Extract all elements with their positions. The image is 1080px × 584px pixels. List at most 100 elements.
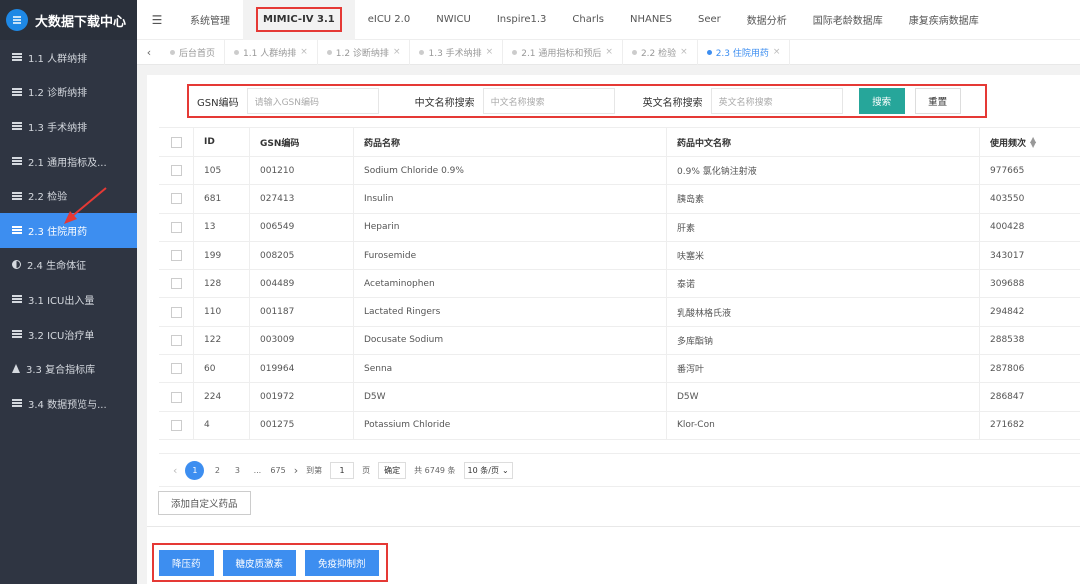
table-row[interactable]: 60 019964 Senna 番泻叶 287806	[159, 355, 1080, 384]
immunosuppressant-button[interactable]: 免疫抑制剂	[305, 549, 379, 576]
tab[interactable]: 1.1 人群纳排 ×	[225, 39, 318, 65]
sidebar-item[interactable]: 3.4 数据预览与...	[0, 386, 137, 421]
tab-dot-icon	[326, 49, 332, 55]
goto-confirm-button[interactable]: 确定	[378, 461, 407, 479]
sidebar-item[interactable]: 2.3 住院用药	[0, 212, 137, 248]
table-row[interactable]: 199 008205 Furosemide 呋塞米 343017	[159, 241, 1080, 271]
cell-id: 122	[194, 326, 250, 355]
page-number[interactable]: 675	[270, 466, 285, 475]
page-number[interactable]: 1	[185, 460, 205, 480]
table-row[interactable]: 681 027413 Insulin 胰岛素 403550	[159, 185, 1080, 214]
search-button[interactable]: 搜索	[858, 88, 905, 114]
table-row[interactable]: 105 001210 Sodium Chloride 0.9% 0.9% 氯化钠注射液…	[159, 157, 1080, 186]
tab[interactable]: 2.1 通用指标和预后 ×	[503, 39, 623, 65]
row-checkbox[interactable]	[171, 363, 182, 375]
close-icon[interactable]: ×	[773, 47, 781, 57]
gsn-input[interactable]: 请输入GSN编码	[246, 88, 379, 114]
sidebar-item[interactable]: 3.2 ICU治疗单	[0, 317, 137, 352]
nav-item[interactable]: eICU 2.0	[355, 0, 424, 40]
sidebar-item[interactable]: 3.1 ICU出入量	[0, 282, 137, 317]
divider	[147, 526, 1080, 527]
nav-item[interactable]: NHANES	[617, 0, 685, 40]
sidebar-item[interactable]: 1.2 诊断纳排	[0, 75, 137, 110]
tab[interactable]: 1.3 手术纳排 ×	[410, 39, 504, 65]
close-icon[interactable]: ×	[393, 47, 401, 57]
cell-drug-name: Senna	[354, 355, 667, 383]
sidebar-item[interactable]: 2.2 检验	[0, 178, 137, 213]
tab[interactable]: 1.2 诊断纳排 ×	[318, 39, 411, 65]
sidebar-item[interactable]: 1.1 人群纳排	[0, 40, 137, 75]
next-page-icon[interactable]: ›	[294, 464, 298, 477]
en-name-label: 英文名称搜索	[642, 97, 703, 109]
page-size-select[interactable]: 10 条/页 ⌄	[463, 461, 513, 479]
sidebar-item[interactable]: 2.4 生命体征	[0, 248, 137, 283]
prev-page-icon[interactable]: ‹	[173, 464, 177, 477]
app-logo[interactable]: 大数据下载中心	[0, 0, 137, 40]
tab[interactable]: 2.2 检验 ×	[623, 39, 698, 65]
page-number[interactable]: 2	[210, 466, 224, 475]
cell-id: 110	[194, 298, 250, 326]
nav-item[interactable]: 国际老龄数据库	[800, 0, 896, 40]
cell-drug-cn-name: 泰诺	[667, 270, 980, 298]
nav-item[interactable]: Inspire1.3	[484, 0, 560, 40]
close-icon[interactable]: ×	[605, 47, 613, 57]
tab-scroll-left-icon[interactable]: ‹	[137, 46, 161, 59]
page-number[interactable]: 3	[230, 466, 244, 475]
cell-frequency: 287806	[990, 363, 1025, 374]
cell-drug-name: Lactated Ringers	[354, 298, 667, 326]
row-checkbox[interactable]	[171, 221, 182, 233]
select-all-checkbox[interactable]	[171, 136, 182, 148]
sidebar-item[interactable]: 1.3 手术纳排	[0, 109, 137, 144]
nav-item[interactable]: Seer	[685, 0, 734, 40]
row-checkbox[interactable]	[171, 391, 182, 403]
row-checkbox[interactable]	[171, 165, 182, 177]
menu-toggle-icon[interactable]: ☰	[137, 13, 177, 27]
sort-icon[interactable]: ▲ ▼	[1030, 136, 1036, 149]
cell-gsn: 004489	[250, 270, 354, 298]
antihypertensive-button[interactable]: 降压药	[159, 549, 214, 576]
row-checkbox[interactable]	[171, 419, 182, 431]
nav-item[interactable]: Charls	[559, 0, 617, 40]
sidebar-item[interactable]: 2.1 通用指标及...	[0, 144, 137, 179]
row-checkbox[interactable]	[171, 250, 182, 262]
cell-id: 224	[194, 383, 250, 411]
row-checkbox[interactable]	[171, 306, 182, 318]
close-icon[interactable]: ×	[300, 47, 308, 57]
table-row[interactable]: 4 001275 Potassium Chloride Klor-Con 271682	[159, 411, 1080, 440]
nav-item[interactable]: 康复疾病数据库	[896, 0, 992, 40]
close-icon[interactable]: ×	[680, 47, 688, 57]
table-row[interactable]: 122 003009 Docusate Sodium 多库酯钠 288538	[159, 326, 1080, 356]
table-row[interactable]: 224 001972 D5W D5W 286847	[159, 383, 1080, 412]
table-row[interactable]: 13 006549 Heparin 肝素 400428	[159, 213, 1080, 242]
col-frequency[interactable]: 使用频次 ▲ ▼	[980, 128, 1080, 156]
close-icon[interactable]: ×	[486, 47, 494, 57]
table-row[interactable]: 128 004489 Acetaminophen 泰诺 309688	[159, 270, 1080, 299]
col-id: ID	[194, 128, 250, 156]
reset-button[interactable]: 重置	[914, 88, 961, 114]
row-checkbox[interactable]	[171, 278, 182, 290]
glucocorticoid-button[interactable]: 糖皮质激素	[222, 549, 297, 576]
tab[interactable]: 后台首页	[161, 39, 226, 65]
cell-gsn: 001972	[250, 383, 354, 411]
cell-id: 13	[194, 213, 250, 241]
row-checkbox[interactable]	[171, 193, 182, 205]
nav-item[interactable]: NWICU	[423, 0, 484, 40]
en-name-input[interactable]: 英文名称搜索	[710, 88, 843, 114]
cell-drug-cn-name: D5W	[667, 383, 980, 411]
nav-item[interactable]: 数据分析	[734, 0, 800, 40]
add-custom-drug-button[interactable]: 添加自定义药品	[158, 491, 251, 515]
sidebar-item[interactable]: 3.3 复合指标库	[0, 351, 137, 386]
cell-drug-name: Docusate Sodium	[354, 326, 667, 355]
tab[interactable]: 2.3 住院用药 ×	[698, 39, 791, 65]
nav-item[interactable]: MIMIC-IV 3.1	[243, 0, 355, 40]
cn-name-input[interactable]: 中文名称搜索	[482, 88, 615, 114]
list-icon	[12, 191, 22, 200]
row-checkbox[interactable]	[171, 334, 182, 346]
nav-item-label: 系统管理	[190, 16, 230, 27]
cell-id: 4	[194, 411, 250, 439]
table-row[interactable]: 110 001187 Lactated Ringers 乳酸林格氏液 294842	[159, 298, 1080, 327]
goto-page-input[interactable]: 1	[330, 461, 355, 479]
nav-item[interactable]: 系统管理	[177, 0, 243, 40]
tab-label: 2.2 检验	[640, 48, 677, 59]
sidebar-item-label: 2.2 检验	[28, 192, 68, 204]
